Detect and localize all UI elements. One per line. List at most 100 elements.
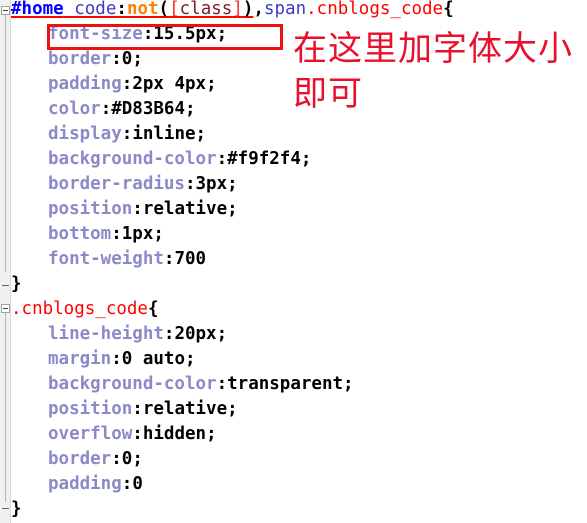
decl-colon: : [121, 124, 133, 144]
property-value: 20px [174, 324, 217, 344]
decl-colon: : [184, 174, 196, 194]
property-value: hidden [142, 424, 207, 444]
decl-colon: : [216, 149, 228, 169]
code-line-border-radius[interactable]: border-radius:3px; [11, 170, 238, 198]
fold-toggle-rule-1[interactable] [1, 6, 10, 15]
code-line-selector-2[interactable]: .cnblogs_code{ [11, 295, 159, 323]
property-name: background-color [48, 374, 217, 394]
property-name: font-weight [48, 249, 164, 269]
property-value: 0 [121, 449, 133, 469]
token-brace-close: } [11, 274, 22, 294]
property-value: 1px [121, 224, 154, 244]
decl-colon: : [163, 324, 175, 344]
property-name: margin [48, 349, 112, 369]
property-name: display [48, 124, 122, 144]
token-brace-open: { [443, 0, 454, 19]
decl-colon: : [121, 474, 133, 494]
code-line-color[interactable]: color:#D83B64; [11, 95, 196, 123]
token-attr-class: class [179, 0, 233, 19]
decl-colon: : [111, 349, 122, 369]
property-value: 3px [195, 174, 228, 194]
property-name: background-color [48, 149, 217, 169]
property-value: relative [142, 199, 228, 219]
token-class-cnblogs-code: .cnblogs_code [306, 0, 444, 19]
decl-colon: : [132, 424, 143, 444]
code-line-margin[interactable]: margin:0 auto; [11, 345, 196, 373]
code-line-background-color[interactable]: background-color:#f9f2f4; [11, 145, 311, 173]
property-value: 0 [132, 474, 143, 494]
editor-gutter [0, 0, 11, 523]
code-editor-screenshot: #home code:not([class]),span.cnblogs_cod… [0, 0, 587, 523]
property-value: inline [132, 124, 196, 144]
decl-terminator: ; [185, 99, 196, 119]
code-line-overflow[interactable]: overflow:hidden; [11, 420, 217, 448]
property-value: relative [142, 399, 228, 419]
token-pseudo-not: not [126, 0, 159, 19]
code-line-close-rule-2[interactable]: } [11, 495, 22, 523]
decl-terminator: ; [227, 174, 238, 194]
code-line-padding[interactable]: padding:2px 4px; [11, 70, 217, 98]
code-line-position-2[interactable]: position:relative; [11, 395, 238, 423]
decl-colon: : [111, 224, 122, 244]
decl-terminator: ; [216, 324, 228, 344]
decl-terminator: ; [227, 399, 238, 419]
property-value: 15.5px [153, 24, 217, 44]
property-name: border [48, 449, 112, 469]
property-name: border-radius [48, 174, 185, 194]
code-line-border-2[interactable]: border:0; [11, 445, 143, 473]
code-line-bottom[interactable]: bottom:1px; [11, 220, 164, 248]
token-bracket-close: ] [232, 0, 243, 19]
property-name: overflow [48, 424, 133, 444]
property-name: bottom [48, 224, 112, 244]
property-name: padding [48, 474, 122, 494]
decl-colon: : [216, 374, 228, 394]
decl-terminator: ; [300, 149, 312, 169]
property-value: #f9f2f4 [227, 149, 301, 169]
code-line-display[interactable]: display:inline; [11, 120, 206, 148]
token-colon: : [116, 0, 127, 19]
property-value: transparent [227, 374, 344, 394]
fold-guide-rule-2 [5, 313, 6, 502]
code-line-font-size[interactable]: font-size:15.5px; [11, 20, 227, 48]
code-line-line-height[interactable]: line-height:20px; [11, 320, 227, 348]
decl-colon: : [132, 199, 143, 219]
property-name: position [48, 399, 133, 419]
annotation-text: 在这里加字体大小 即可 [293, 29, 573, 114]
fold-end-rule-2 [2, 508, 9, 509]
code-line-position[interactable]: position:relative; [11, 195, 238, 223]
property-name: border [48, 49, 112, 69]
fold-toggle-rule-2[interactable] [1, 304, 10, 313]
token-bracket-open: [ [169, 0, 180, 19]
property-value: #D83B64 [111, 99, 185, 119]
decl-terminator: ; [216, 24, 228, 44]
decl-terminator: ; [132, 449, 143, 469]
decl-terminator: ; [206, 424, 217, 444]
token-brace-open: { [147, 299, 159, 319]
code-line-close-rule-1[interactable]: } [11, 270, 22, 298]
property-name: color [48, 99, 101, 119]
decl-colon: : [142, 24, 154, 44]
code-line-padding-2[interactable]: padding:0 [11, 470, 143, 498]
decl-terminator: ; [153, 224, 164, 244]
decl-terminator: ; [195, 124, 207, 144]
fold-guide-rule-1 [5, 15, 6, 272]
property-name: padding [48, 74, 122, 94]
fold-end-rule-1 [2, 285, 9, 286]
property-name: font-size [48, 24, 143, 44]
decl-terminator: ; [227, 199, 238, 219]
decl-colon: : [132, 399, 143, 419]
property-value: 0 [121, 49, 133, 69]
code-line-border[interactable]: border:0; [11, 45, 143, 73]
decl-terminator: ; [184, 349, 196, 369]
decl-terminator: ; [206, 74, 217, 94]
token-element-code: code [74, 0, 117, 19]
code-line-background-color-2[interactable]: background-color:transparent; [11, 370, 354, 398]
token-paren-close: ) [242, 0, 254, 19]
code-line-font-weight[interactable]: font-weight:700 [11, 245, 206, 273]
decl-colon: : [163, 249, 175, 269]
decl-colon: : [121, 74, 133, 94]
decl-colon: : [111, 49, 122, 69]
decl-terminator: ; [343, 374, 354, 394]
token-id-selector: #home [11, 0, 64, 19]
property-value: 0 auto [121, 349, 185, 369]
